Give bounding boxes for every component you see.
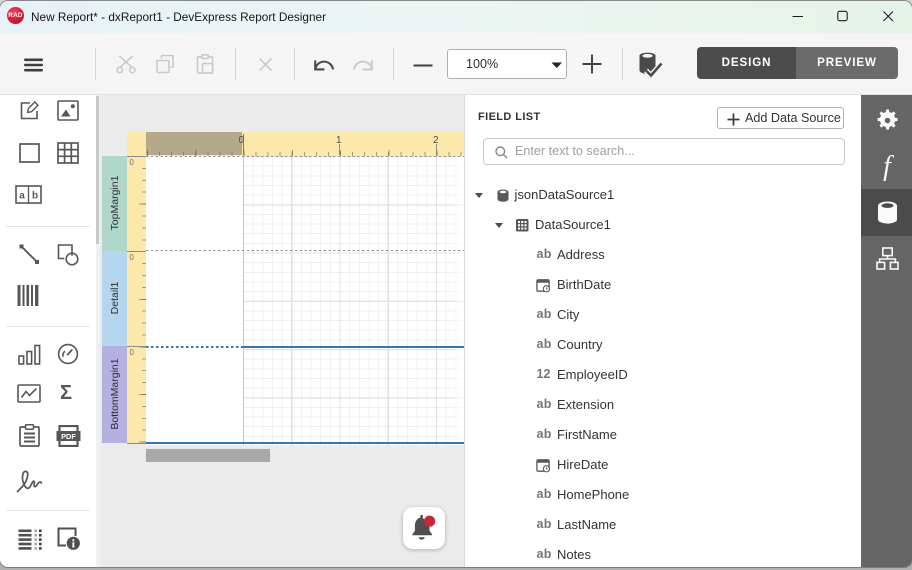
svg-text:f: f	[883, 151, 894, 182]
svg-text:PDF: PDF	[61, 432, 76, 441]
svg-text:a: a	[19, 191, 25, 202]
svg-text:b: b	[32, 191, 38, 202]
